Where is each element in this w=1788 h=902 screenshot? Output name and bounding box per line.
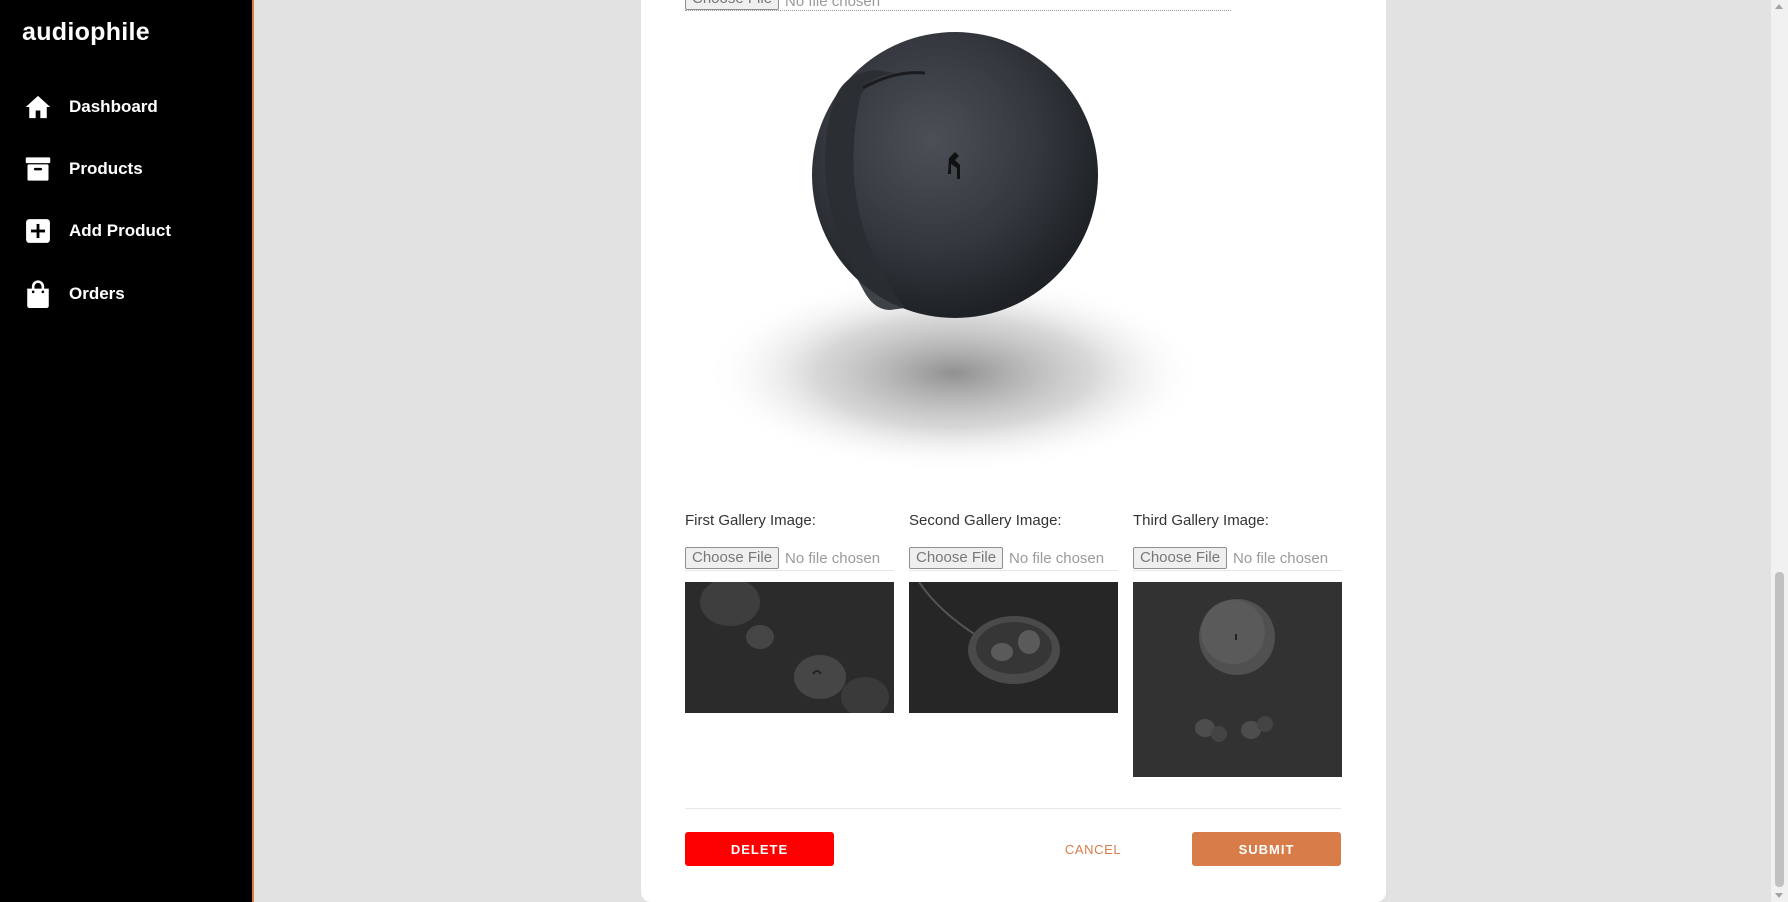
shopping-bag-icon [22, 278, 54, 310]
first-gallery-image [685, 582, 894, 713]
main-image-file-input[interactable]: Choose File No file chosen [685, 0, 1231, 11]
third-gallery-label: Third Gallery Image: [1133, 512, 1269, 529]
scroll-thumb[interactable] [1775, 572, 1784, 887]
choose-file-button[interactable]: Choose File [909, 547, 1004, 569]
archive-box-icon [22, 153, 54, 185]
logo[interactable]: audiophile [22, 18, 150, 47]
choose-file-button[interactable]: Choose File [685, 0, 780, 10]
no-file-text: No file chosen [1233, 549, 1329, 567]
no-file-text: No file chosen [785, 549, 881, 567]
second-gallery-label: Second Gallery Image: [909, 512, 1062, 529]
scroll-up-arrow-icon[interactable] [1775, 4, 1783, 9]
sidebar-item-label: Products [69, 159, 143, 178]
sidebar: audiophile Dashboard Products Add Produc… [0, 0, 254, 902]
first-gallery-column: First Gallery Image: Choose File No file… [685, 510, 894, 713]
page-scrollbar[interactable] [1771, 0, 1788, 902]
delete-button[interactable]: DELETE [685, 832, 834, 866]
sidebar-item-add-product[interactable]: Add Product [22, 211, 171, 251]
second-gallery-image [909, 582, 1118, 713]
first-gallery-label: First Gallery Image: [685, 512, 816, 529]
second-gallery-column: Second Gallery Image: Choose File No fil… [909, 510, 1118, 713]
sidebar-item-label: Add Product [69, 221, 171, 240]
home-icon [22, 91, 54, 123]
cancel-button[interactable]: CANCEL [1053, 832, 1133, 866]
product-form-card: Choose File No file chosen [641, 0, 1386, 902]
no-file-text: No file chosen [1009, 549, 1105, 567]
second-gallery-file-input[interactable]: Choose File No file chosen [909, 546, 1118, 571]
first-gallery-file-input[interactable]: Choose File No file chosen [685, 546, 894, 571]
choose-file-button[interactable]: Choose File [1133, 547, 1228, 569]
submit-button[interactable]: SUBMIT [1192, 832, 1341, 866]
sidebar-item-label: Orders [69, 284, 125, 303]
scroll-down-arrow-icon[interactable] [1775, 893, 1783, 898]
sidebar-item-orders[interactable]: Orders [22, 274, 125, 314]
plus-square-icon [22, 215, 54, 247]
sidebar-item-label: Dashboard [69, 97, 158, 116]
sidebar-item-dashboard[interactable]: Dashboard [22, 87, 158, 127]
third-gallery-column: Third Gallery Image: Choose File No file… [1133, 510, 1342, 777]
no-file-text: No file chosen [785, 0, 881, 10]
sidebar-item-products[interactable]: Products [22, 149, 143, 189]
choose-file-button[interactable]: Choose File [685, 547, 780, 569]
third-gallery-image [1133, 582, 1342, 777]
form-divider [685, 808, 1341, 809]
main-image-preview [685, 28, 1231, 478]
third-gallery-file-input[interactable]: Choose File No file chosen [1133, 546, 1342, 571]
